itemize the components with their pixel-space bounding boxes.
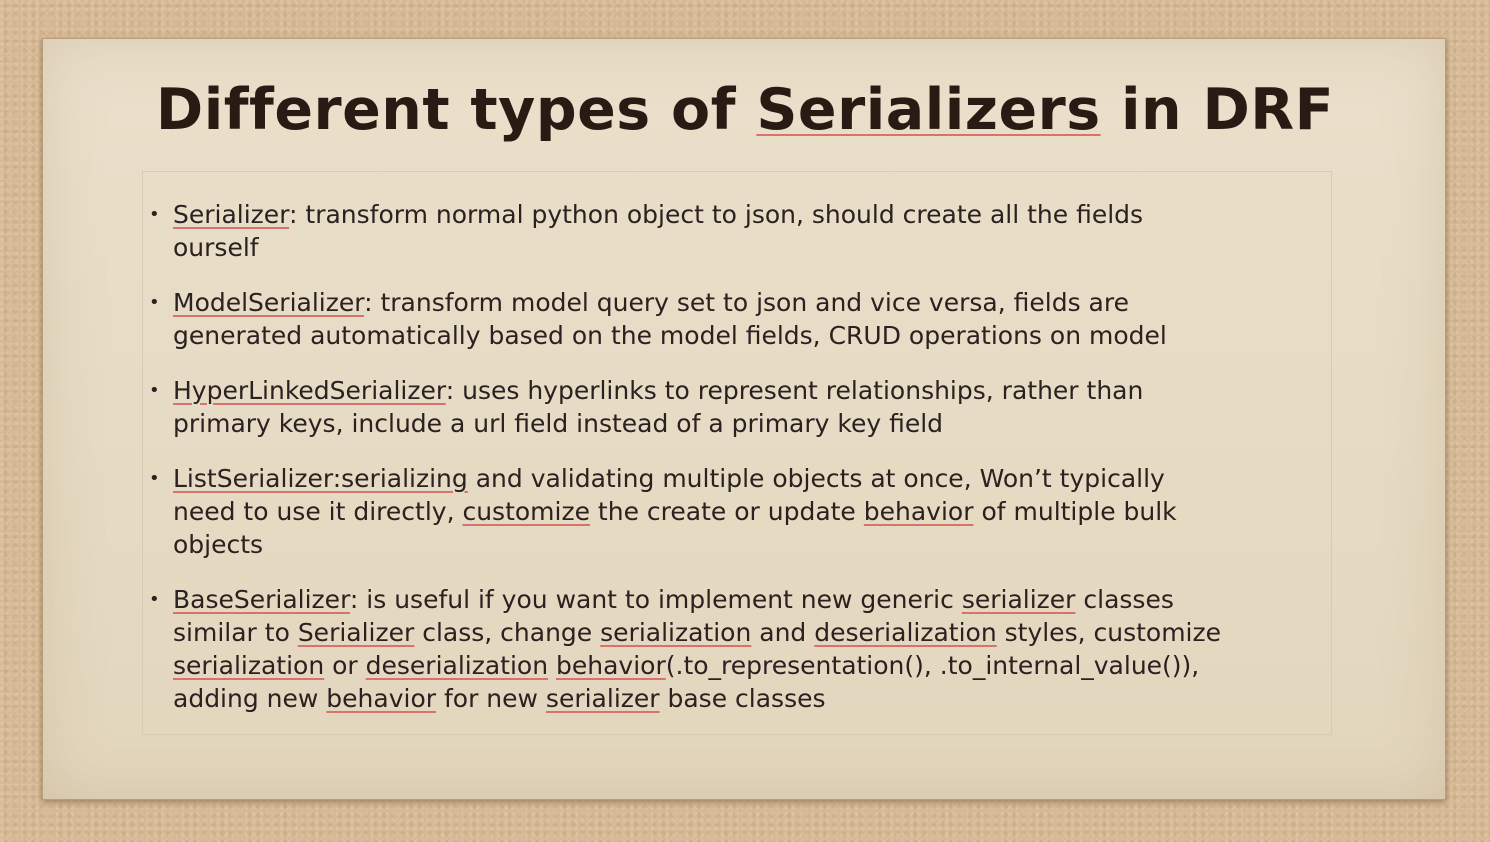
bullet-icon: • xyxy=(149,204,160,225)
content-box: • Serializer: transform normal python ob… xyxy=(142,171,1332,735)
bullet-icon: • xyxy=(149,380,160,401)
title-underlined-word: Serializers xyxy=(756,77,1101,143)
item-term: HyperLinkedSerializer xyxy=(173,376,446,405)
item-text: Serializer: transform normal python obje… xyxy=(173,200,1144,262)
bullet-icon: • xyxy=(149,292,160,313)
item-term: ListSerializer:serializing xyxy=(173,464,468,493)
item-text: ModelSerializer: transform model query s… xyxy=(173,288,1167,350)
item-term: ModelSerializer xyxy=(173,288,365,317)
item-text: ListSerializer:serializing and validatin… xyxy=(173,464,1177,559)
item-term: BaseSerializer xyxy=(173,585,350,614)
item-term: Serializer xyxy=(173,200,290,229)
bullet-icon: • xyxy=(149,468,160,489)
bullet-icon: • xyxy=(149,589,160,610)
title-prefix: Different types of xyxy=(155,77,757,143)
slide-title: Different types of Serializers in DRF xyxy=(0,76,1490,144)
item-text: HyperLinkedSerializer: uses hyperlinks t… xyxy=(173,376,1144,438)
item-text: BaseSerializer: is useful if you want to… xyxy=(173,585,1222,713)
title-suffix: in DRF xyxy=(1100,77,1335,143)
